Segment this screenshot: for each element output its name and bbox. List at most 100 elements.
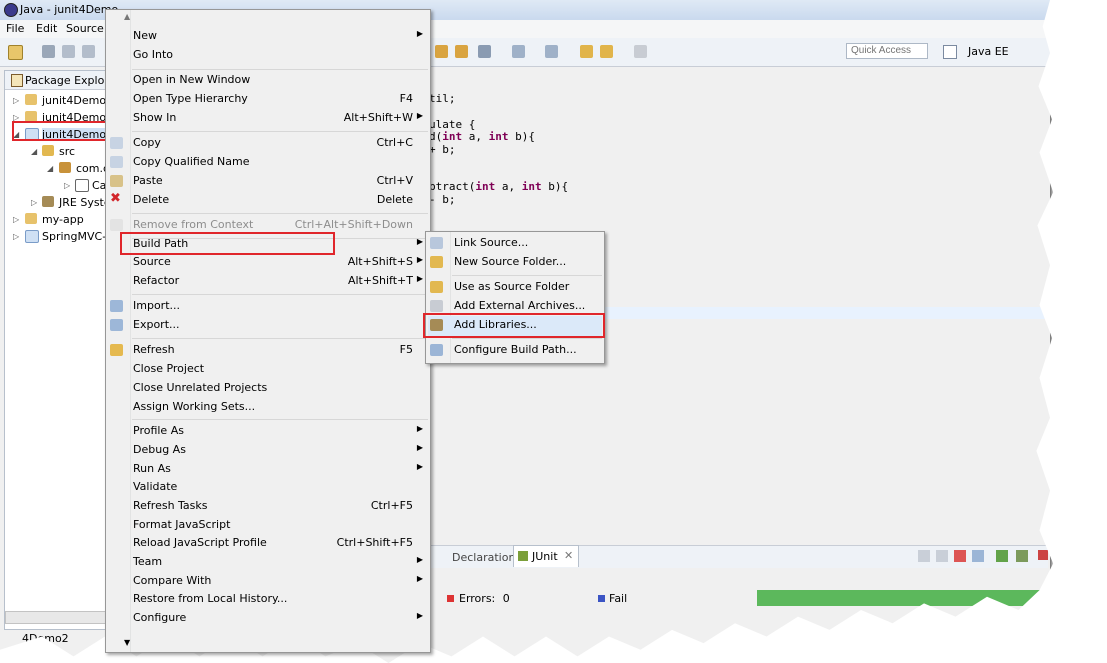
tab-junit[interactable]: JUnit ✕ (513, 545, 579, 567)
package-explorer-icon (11, 74, 23, 87)
tree-twisty-icon[interactable]: ▷ (31, 198, 37, 207)
code-line: til; (429, 92, 456, 105)
status-bar: 4Demo2 (0, 628, 120, 648)
quick-access-input[interactable] (846, 43, 928, 59)
menu-item-validate[interactable]: Validate (106, 478, 430, 496)
menu-separator (132, 213, 428, 214)
menu-item-reload-js-profile[interactable]: Reload JavaScript Profile Ctrl+Shift+F5 (106, 534, 430, 552)
menu-item-close-unrelated[interactable]: Close Unrelated Projects (106, 379, 430, 397)
failures-only-icon[interactable] (954, 550, 966, 562)
tree-twisty-icon[interactable]: ▷ (13, 96, 19, 105)
tree-twisty-icon[interactable]: ▷ (13, 215, 19, 224)
scroll-lock-icon[interactable] (972, 550, 984, 562)
submenu-item-use-as-source-folder[interactable]: Use as Source Folder (426, 278, 604, 296)
save-all-icon[interactable] (62, 45, 75, 58)
menu-source[interactable]: Source (66, 22, 104, 35)
search-icon[interactable] (478, 45, 491, 58)
menu-item-compare-with[interactable]: Compare With ▶ (106, 572, 430, 590)
menu-item-run-as[interactable]: Run As ▶ (106, 460, 430, 478)
open-type-icon[interactable] (435, 45, 448, 58)
package-explorer-header: Package Explor (5, 71, 111, 90)
submenu-item-new-source-folder[interactable]: New Source Folder... (426, 253, 604, 271)
menu-item-export[interactable]: Export... (106, 316, 430, 334)
menu-item-copy[interactable]: Copy Ctrl+C (106, 134, 430, 152)
menu-item-refresh[interactable]: Refresh F5 (106, 341, 430, 359)
forward-icon[interactable] (634, 45, 647, 58)
package-explorer: Package Explor (4, 70, 112, 630)
tree-item-jre[interactable]: JRE Syste (59, 196, 111, 209)
paste-icon (110, 175, 123, 187)
menu-item-profile-as[interactable]: Profile As ▶ (106, 422, 430, 440)
stop-icon[interactable] (1038, 550, 1048, 560)
menu-item-debug-as[interactable]: Debug As ▶ (106, 441, 430, 459)
package-explorer-title[interactable]: Package Explor (25, 74, 109, 87)
menu-item-copy-qualified-name[interactable]: Copy Qualified Name (106, 153, 430, 171)
save-icon[interactable] (42, 45, 55, 58)
menu-item-go-into[interactable]: Go Into (106, 46, 430, 64)
menu-item-show-in[interactable]: Show In Alt+Shift+W ▶ (106, 109, 430, 127)
failure-icon (598, 595, 605, 602)
menu-item-restore-local-history[interactable]: Restore from Local History... (106, 590, 430, 608)
jar-icon (430, 300, 443, 312)
rerun-failed-icon[interactable] (1016, 550, 1028, 562)
menu-item-close-project[interactable]: Close Project (106, 360, 430, 378)
java-file-icon (75, 179, 89, 192)
menu-item-refresh-tasks[interactable]: Refresh Tasks Ctrl+F5 (106, 497, 430, 515)
print-icon[interactable] (82, 45, 95, 58)
prev-failure-icon[interactable] (936, 550, 948, 562)
open-resource-icon[interactable] (455, 45, 468, 58)
menu-item-new[interactable]: New ▶ (106, 27, 430, 45)
tree-item-my-app[interactable]: my-app (42, 213, 84, 226)
menu-file[interactable]: File (6, 22, 24, 35)
project-icon (25, 230, 39, 243)
tree-item-springmvc[interactable]: SpringMVC- (42, 230, 106, 243)
new-icon[interactable] (8, 45, 23, 60)
menu-item-paste[interactable]: Paste Ctrl+V (106, 172, 430, 190)
menu-scroll-up-icon[interactable]: ▲ (124, 12, 130, 21)
annotation-prev-icon[interactable] (545, 45, 558, 58)
horizontal-scrollbar[interactable] (5, 611, 107, 624)
menu-edit[interactable]: Edit (36, 22, 57, 35)
menu-item-source[interactable]: Source Alt+Shift+S ▶ (106, 253, 430, 271)
perspective-java-ee[interactable]: Java EE (968, 45, 1009, 58)
menu-item-configure[interactable]: Configure ▶ (106, 609, 430, 627)
menu-item-delete[interactable]: ✖ Delete Delete (106, 191, 430, 209)
tree-twisty-icon[interactable]: ◢ (47, 164, 53, 173)
menu-item-format-javascript[interactable]: Format JavaScript (106, 516, 430, 534)
close-icon[interactable]: ✕ (564, 549, 573, 562)
menu-scroll-down-icon[interactable]: ▼ (124, 638, 130, 647)
last-edit-icon[interactable] (580, 45, 593, 58)
tree-item-src[interactable]: src (59, 145, 75, 158)
menu-item-open-new-window[interactable]: Open in New Window (106, 71, 430, 89)
tree-twisty-icon[interactable]: ▷ (13, 232, 19, 241)
status-text: 4Demo2 (22, 632, 69, 645)
open-perspective-icon[interactable] (943, 45, 957, 59)
code-line: - b; (429, 193, 456, 206)
submenu-item-configure-build-path[interactable]: Configure Build Path... (426, 341, 604, 359)
menu-item-open-type-hierarchy[interactable]: Open Type Hierarchy F4 (106, 90, 430, 108)
submenu-arrow-icon: ▶ (416, 574, 423, 583)
tree-item-junit4demo[interactable]: junit4Demo (42, 94, 106, 107)
errors-label: Errors: 0 (459, 592, 510, 605)
project-icon (25, 213, 37, 224)
tab-declaration[interactable]: Declaration (452, 551, 515, 564)
next-failure-icon[interactable] (918, 550, 930, 562)
submenu-item-link-source[interactable]: Link Source... (426, 234, 604, 252)
menu-separator (132, 69, 428, 70)
menu-item-import[interactable]: Import... (106, 297, 430, 315)
tree-twisty-icon[interactable]: ◢ (31, 147, 37, 156)
tree-twisty-icon[interactable]: ▷ (64, 181, 70, 190)
menu-item-team[interactable]: Team ▶ (106, 553, 430, 571)
export-icon (110, 319, 123, 331)
back-icon[interactable] (600, 45, 613, 58)
submenu-arrow-icon: ▶ (416, 111, 423, 120)
annotation-next-icon[interactable] (512, 45, 525, 58)
copy-icon (110, 137, 123, 149)
menu-item-refactor[interactable]: Refactor Alt+Shift+T ▶ (106, 272, 430, 290)
submenu-arrow-icon: ▶ (416, 611, 423, 620)
submenu-arrow-icon: ▶ (416, 462, 423, 471)
menu-item-assign-working-sets[interactable]: Assign Working Sets... (106, 398, 430, 416)
selection-highlight-box (12, 121, 116, 141)
rerun-icon[interactable] (996, 550, 1008, 562)
errors-count: 0 (502, 592, 510, 605)
